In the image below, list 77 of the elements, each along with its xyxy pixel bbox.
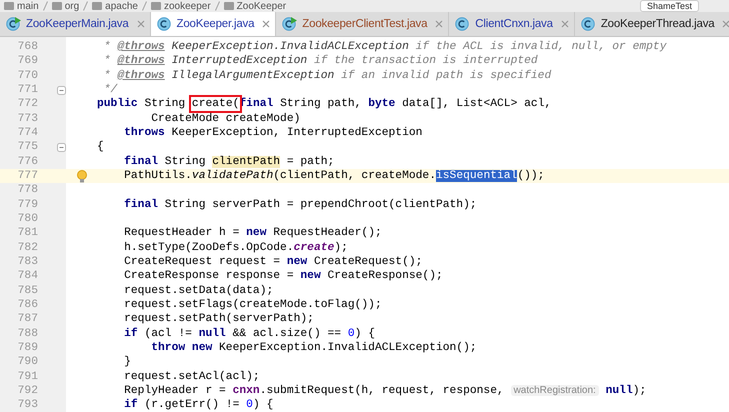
editor-tab[interactable]: ZooKeeper.java <box>150 12 276 36</box>
code-line: request.setPath(serverPath); <box>123 312 314 327</box>
line-number: 783 <box>16 254 39 270</box>
line-number: 784 <box>16 269 39 284</box>
fold-icon[interactable] <box>57 86 66 95</box>
code-line: } <box>123 355 131 370</box>
code-line: * @throws KeeperException.InvalidACLException if the ACL is invalid, null, or empty <box>102 40 666 54</box>
code-line: */ <box>102 82 118 98</box>
separator-icon <box>83 1 88 11</box>
line-number: 789 <box>16 340 39 356</box>
code-line: PathUtils.validatePath(clientPath, createMode.isSequential()); <box>123 168 544 184</box>
code-line: * @throws InterruptedException if the transaction is interrupted <box>102 54 538 69</box>
code-line: throw new KeeperException.InvalidACLException(); <box>150 340 477 356</box>
breadcrumb-item[interactable]: ZooKeeper <box>236 0 286 12</box>
code-line: * @throws IllegalArgumentException if an invalid path is specified <box>102 68 552 83</box>
line-number: 782 <box>16 240 39 255</box>
line-number: 771 <box>16 82 39 98</box>
line-number: 792 <box>16 384 39 398</box>
code-line: request.setFlags(createMode.toFlag()); <box>123 298 382 312</box>
line-number: 779 <box>16 198 39 212</box>
code-line: if (acl != null && acl.size() == 0) { <box>123 326 375 341</box>
line-number: 772 <box>16 97 39 112</box>
line-number: 785 <box>16 284 39 298</box>
code-line: CreateResponse response = new CreateResponse(); <box>123 269 443 284</box>
fold-icon[interactable] <box>57 142 66 152</box>
code-line: throws KeeperException, InterruptedException <box>123 126 422 140</box>
folder-icon <box>4 2 14 10</box>
folder-icon <box>150 2 161 10</box>
line-number: 788 <box>16 326 39 341</box>
code-line: request.setData(data); <box>123 284 274 298</box>
breadcrumb-item[interactable]: org <box>64 0 80 12</box>
breadcrumb-item[interactable]: zookeeper <box>164 0 211 12</box>
separator-icon <box>42 1 48 11</box>
line-number: 774 <box>16 126 39 140</box>
code-line: CreateRequest request = new CreateRequest(); <box>123 254 422 270</box>
breadcrumb-item[interactable]: apache <box>105 0 138 12</box>
line-number: 790 <box>16 355 39 370</box>
code-line: CreateMode createMode) <box>150 112 300 126</box>
close-icon[interactable] <box>435 20 444 28</box>
folder-icon <box>224 2 234 10</box>
code-line: if (r.getErr() != 0) { <box>123 398 274 412</box>
close-icon[interactable] <box>560 20 569 28</box>
line-number: 769 <box>16 54 39 69</box>
line-number: 776 <box>16 154 39 169</box>
code-line: h.setType(ZooDefs.OpCode.create); <box>123 240 348 255</box>
folder-icon <box>52 2 62 10</box>
editor-tab[interactable]: ClientCnxn.java <box>449 12 575 36</box>
code-line: final String serverPath = prependChroot(clientPath); <box>123 198 477 212</box>
folder-icon <box>92 2 102 10</box>
code-line: ReplyHeader r = cnxn.submitRequest(h, request, response, watchRegistration: null); <box>123 384 646 398</box>
line-number: 778 <box>16 183 39 198</box>
close-icon[interactable] <box>136 20 145 28</box>
lightbulb-icon[interactable] <box>76 170 86 183</box>
line-number: 773 <box>16 112 39 126</box>
line-number: 791 <box>16 370 39 384</box>
separator-icon <box>142 1 147 11</box>
editor-tab[interactable]: ZookeeperClientTest.java <box>276 12 450 36</box>
separator-icon <box>214 1 220 11</box>
line-number: 770 <box>16 68 39 83</box>
line-number: 777 <box>16 168 39 184</box>
editor-tab[interactable]: ZooKeeperThread.java <box>574 12 729 36</box>
close-icon[interactable] <box>722 20 729 28</box>
code-line: final String clientPath = path; <box>123 154 334 169</box>
code-line: RequestHeader h = new RequestHeader(); <box>123 226 382 241</box>
line-number: 787 <box>16 312 39 327</box>
code-line: request.setAcl(acl); <box>123 370 260 384</box>
close-icon[interactable] <box>262 20 270 28</box>
editor-tab[interactable]: ZooKeeperMain.java <box>0 12 151 36</box>
line-number: 775 <box>16 140 39 155</box>
line-number: 780 <box>16 212 39 226</box>
code-line: { <box>97 140 104 155</box>
run-configuration-dropdown[interactable]: ShameTest <box>640 0 699 12</box>
breadcrumb-item[interactable]: main <box>17 0 39 12</box>
line-number: 781 <box>16 226 39 241</box>
line-number: 768 <box>16 40 39 54</box>
line-number: 793 <box>16 398 39 412</box>
line-number: 786 <box>16 298 39 312</box>
